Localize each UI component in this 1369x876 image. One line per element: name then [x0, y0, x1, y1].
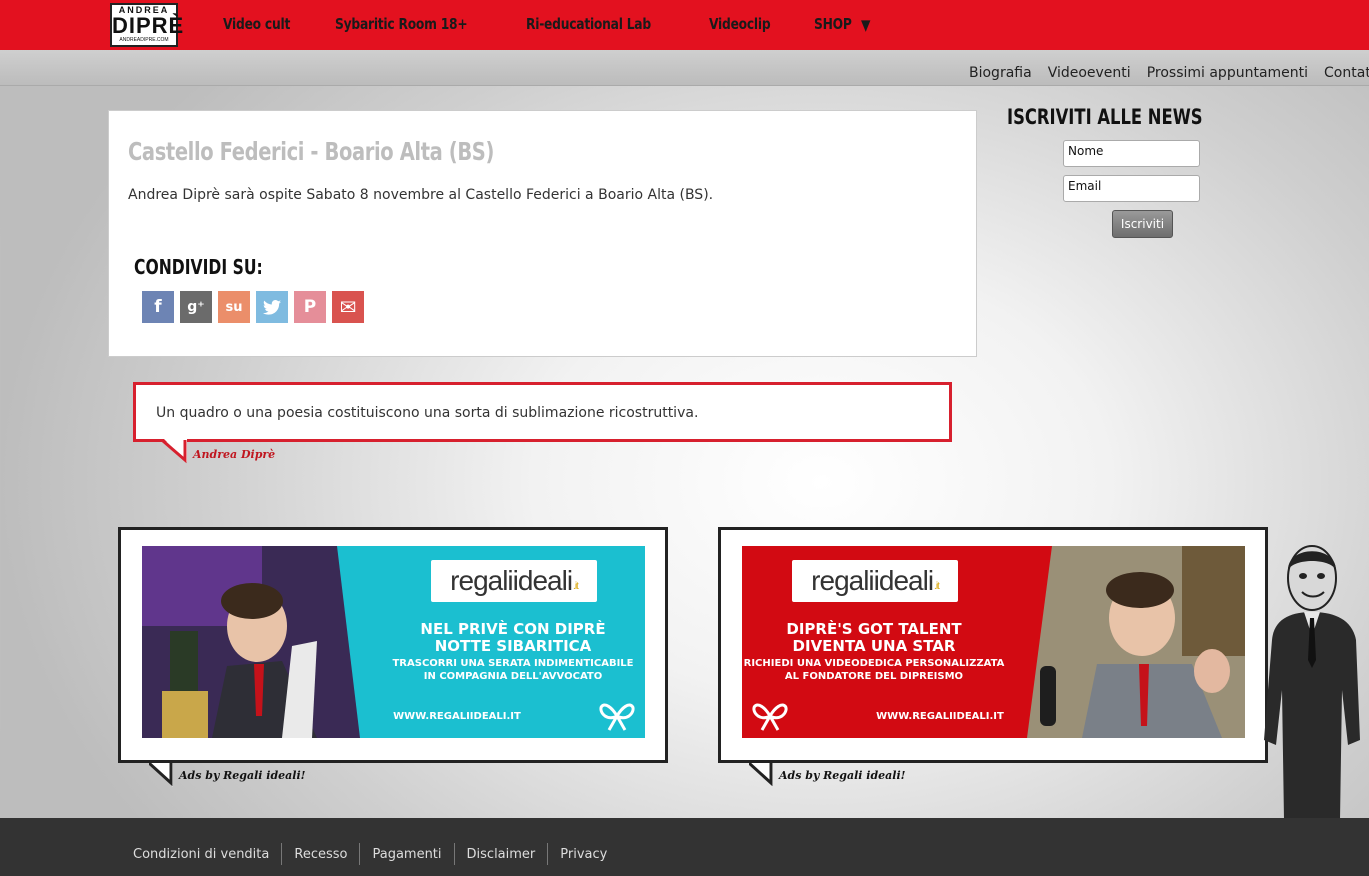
ad-1-url: WWW.REGALIIDEALI.IT — [393, 711, 521, 722]
nav-sybaritic-room[interactable]: Sybaritic Room 18+ — [335, 15, 496, 34]
ad-box-2: regaliideali .it DIPRÈ'S GOT TALENT DIVEN… — [718, 527, 1268, 787]
stumbleupon-icon[interactable]: su — [218, 291, 250, 323]
nav-ri-educational-lab[interactable]: Ri-educational Lab — [526, 15, 678, 34]
ad-tail-icon — [149, 763, 173, 787]
pinterest-icon[interactable]: P — [294, 291, 326, 323]
site-logo[interactable]: ANDREA DIPRÈ ANDREADIPRE.COM — [110, 3, 185, 47]
footer-privacy[interactable]: Privacy — [560, 847, 607, 862]
footer-separator — [359, 843, 361, 865]
email-icon[interactable]: ✉ — [332, 291, 364, 323]
logo-line-3: ANDREADIPRE.COM — [119, 37, 169, 43]
share-icons: f g⁺ su P ✉ — [142, 291, 364, 323]
ad-2-label: Ads by Regali ideali! — [779, 769, 906, 782]
ad-box-1: regaliideali .it NEL PRIVÈ CON DIPRÈ NOTT… — [118, 527, 668, 787]
ad-1-brand: regaliideali .it — [431, 560, 597, 602]
article-card: Castello Federici - Boario Alta (BS) And… — [108, 110, 977, 357]
quote-tail-icon — [162, 438, 187, 464]
ad-1-headline-1: NEL PRIVÈ CON DIPRÈ — [420, 620, 606, 638]
footer-separator — [281, 843, 283, 865]
ad-2-headline-2: DIVENTA UNA STAR — [792, 637, 956, 655]
ad-1-headline-2: NOTTE SIBARITICA — [434, 637, 592, 655]
footer-pagamenti[interactable]: Pagamenti — [372, 847, 441, 862]
ad-2-brand: regaliideali .it — [792, 560, 958, 602]
nav-contatti[interactable]: Contat — [1324, 65, 1369, 81]
email-input[interactable]: Email — [1063, 175, 1200, 202]
ad-1-label: Ads by Regali ideali! — [179, 769, 306, 782]
secondary-nav: Biografia Videoeventi Prossimi appuntame… — [969, 65, 1369, 81]
subscribe-button[interactable]: Iscriviti — [1112, 210, 1173, 238]
footer-separator — [547, 843, 549, 865]
caret-down-icon: ▼ — [861, 15, 871, 34]
article-text: Andrea Diprè sarà ospite Sabato 8 novemb… — [128, 187, 714, 203]
footer-condizioni[interactable]: Condizioni di vendita — [133, 847, 269, 862]
article-title: Castello Federici - Boario Alta (BS) — [128, 137, 494, 166]
newsletter-title: ISCRIVITI ALLE NEWS — [1007, 105, 1203, 129]
footer-nav: Condizioni di vendita Recesso Pagamenti … — [133, 843, 607, 865]
footer-recesso[interactable]: Recesso — [294, 847, 347, 862]
share-title: CONDIVIDI SU: — [134, 255, 263, 279]
quote-author: Andrea Diprè — [193, 448, 276, 461]
ad-banner-2[interactable]: regaliideali .it DIPRÈ'S GOT TALENT DIVEN… — [742, 546, 1245, 738]
google-plus-icon[interactable]: g⁺ — [180, 291, 212, 323]
quote-box: Un quadro o una poesia costituiscono una… — [133, 382, 952, 442]
logo-line-2: DIPRÈ — [112, 13, 185, 38]
footer-separator — [453, 843, 455, 865]
twitter-icon[interactable] — [256, 291, 288, 323]
name-input[interactable]: Nome — [1063, 140, 1200, 167]
nav-shop[interactable]: SHOP ▼ — [814, 15, 873, 34]
gift-bow-icon — [752, 703, 788, 731]
facebook-icon[interactable]: f — [142, 291, 174, 323]
nav-prossimi-appuntamenti[interactable]: Prossimi appuntamenti — [1147, 65, 1308, 81]
ad-2-url: WWW.REGALIIDEALI.IT — [876, 711, 1004, 722]
nav-videoeventi[interactable]: Videoeventi — [1048, 65, 1131, 81]
ad-1-sub-2: IN COMPAGNIA DELL'AVVOCATO — [423, 671, 603, 682]
gift-bow-icon — [599, 703, 635, 731]
nav-biografia[interactable]: Biografia — [969, 65, 1032, 81]
footer: Condizioni di vendita Recesso Pagamenti … — [0, 818, 1369, 876]
top-nav-bar: ANDREA DIPRÈ ANDREADIPRE.COM Video cult … — [0, 0, 1369, 50]
ad-banner-1[interactable]: regaliideali .it NEL PRIVÈ CON DIPRÈ NOTT… — [142, 546, 645, 738]
main-nav: Video cult Sybaritic Room 18+ Ri-educati… — [223, 15, 873, 34]
secondary-nav-bar: Biografia Videoeventi Prossimi appuntame… — [0, 50, 1369, 86]
ad-tail-icon — [749, 763, 773, 787]
mascot-silhouette-icon — [1264, 545, 1360, 820]
ad-1-sub-1: TRASCORRI UNA SERATA INDIMENTICABILE — [392, 658, 634, 669]
nav-video-cult[interactable]: Video cult — [223, 15, 305, 34]
ad-2-sub-2: AL FONDATORE DEL DIPREISMO — [784, 671, 964, 682]
footer-disclaimer[interactable]: Disclaimer — [467, 847, 536, 862]
nav-videoclip[interactable]: Videoclip — [709, 15, 784, 34]
ad-2-sub-1: RICHIEDI UNA VIDEODEDICA PERSONALIZZATA — [743, 658, 1005, 669]
quote-text: Un quadro o una poesia costituiscono una… — [156, 405, 699, 421]
ad-2-headline-1: DIPRÈ'S GOT TALENT — [786, 620, 962, 638]
